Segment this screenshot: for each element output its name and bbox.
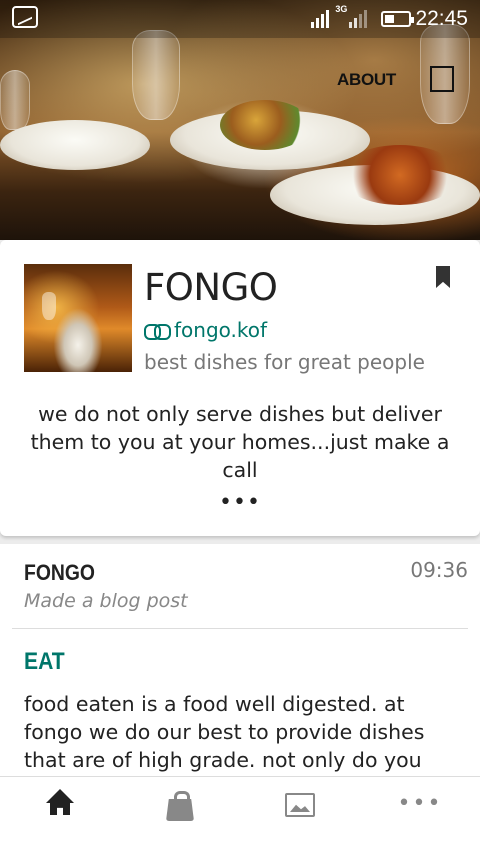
about-link[interactable]: ABOUT xyxy=(337,70,396,90)
post-time: 09:36 xyxy=(410,558,468,582)
bookmark-icon[interactable] xyxy=(436,266,450,288)
post-divider xyxy=(12,628,468,629)
post-body: food eaten is a food well digested. at f… xyxy=(24,692,425,772)
post-author[interactable]: FONGO xyxy=(24,560,95,586)
nav-more[interactable]: ••• xyxy=(360,777,480,854)
shopping-bag-icon xyxy=(166,791,194,821)
link-icon xyxy=(144,324,171,340)
image-notification-icon xyxy=(12,5,38,28)
nav-shop[interactable] xyxy=(120,777,240,854)
square-icon[interactable] xyxy=(430,66,454,92)
signal-strength-2-icon xyxy=(349,10,368,28)
nav-gallery[interactable] xyxy=(240,777,360,854)
status-clock: 22:45 xyxy=(415,7,468,30)
bottom-nav: ••• xyxy=(0,776,480,854)
signal-strength-icon xyxy=(311,10,330,28)
profile-link[interactable]: fongo.kof xyxy=(144,318,267,342)
post-action: Made a blog post xyxy=(24,590,188,612)
profile-link-text[interactable]: fongo.kof xyxy=(174,318,267,342)
battery-icon xyxy=(381,11,415,27)
profile-card: FONGO fongo.kof best dishes for great pe… xyxy=(0,240,480,536)
post-card[interactable]: FONGO 09:36 Made a blog post EAT food ea… xyxy=(0,544,480,776)
post-heading[interactable]: EAT xyxy=(24,648,65,676)
profile-description: we do not only serve dishes but deliver … xyxy=(30,402,450,482)
status-bar: 3G 22:45 xyxy=(0,0,480,38)
profile-avatar xyxy=(24,264,132,372)
more-icon: ••• xyxy=(397,791,443,816)
profile-title: FONGO xyxy=(144,266,278,309)
more-description-button[interactable]: ••• xyxy=(0,490,480,515)
home-icon xyxy=(46,789,74,815)
photo-icon xyxy=(285,793,315,817)
nav-home[interactable] xyxy=(0,777,120,854)
profile-tagline: best dishes for great people xyxy=(144,350,425,374)
network-type-label: 3G xyxy=(335,4,348,14)
